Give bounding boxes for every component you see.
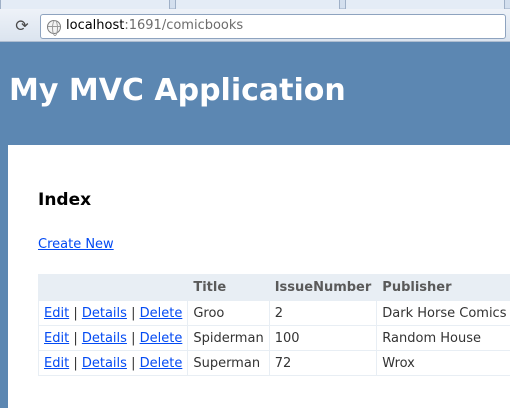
delete-link[interactable]: Delete [140,331,183,346]
details-link[interactable]: Details [82,306,127,321]
globe-icon [47,20,61,36]
row-actions: Edit | Details | Delete [37,300,189,326]
cell-publisher: Random House [376,325,510,351]
create-new-link[interactable]: Create New [38,237,114,252]
header-actions [37,274,189,301]
table-row: Edit | Details | Delete Spiderman 100 Ra… [37,325,510,351]
address-url[interactable]: localhost:1691/comicbooks [66,18,243,33]
cell-title: Superman [187,350,270,376]
edit-link[interactable]: Edit [44,306,69,321]
separator: | [73,355,78,371]
delete-link[interactable]: Delete [140,356,183,371]
separator: | [131,305,136,321]
row-actions: Edit | Details | Delete [37,350,189,376]
address-bar[interactable]: localhost:1691/comicbooks [40,14,506,39]
browser-toolbar: ⟳ localhost:1691/comicbooks [0,9,510,42]
comicbooks-table: Title IssueNumber Publisher Edit | Detai… [37,274,510,376]
url-host: localhost [66,18,125,33]
browser-tab[interactable] [175,0,340,9]
table-header-row: Title IssueNumber Publisher [37,274,510,301]
row-actions: Edit | Details | Delete [37,325,189,351]
main-content: Index Create New Title IssueNumber Publi… [8,145,510,408]
details-link[interactable]: Details [82,331,127,346]
cell-publisher: Dark Horse Comics [376,300,510,326]
site-title: My MVC Application [9,73,346,108]
edit-link[interactable]: Edit [44,356,69,371]
cell-issue-number: 100 [268,325,378,351]
url-path: :1691/comicbooks [124,18,244,33]
header-title: Title [187,274,270,301]
separator: | [131,330,136,346]
browser-tab[interactable] [345,0,505,9]
edit-link[interactable]: Edit [44,331,69,346]
table-row: Edit | Details | Delete Superman 72 Wrox [37,350,510,376]
cell-title: Spiderman [187,325,270,351]
cell-issue-number: 2 [268,300,378,326]
separator: | [73,330,78,346]
cell-issue-number: 72 [268,350,378,376]
header-publisher: Publisher [376,274,510,301]
browser-tab[interactable] [0,0,170,9]
browser-tab-strip [0,0,510,9]
table-row: Edit | Details | Delete Groo 2 Dark Hors… [37,300,510,326]
cell-title: Groo [187,300,270,326]
page-title: Index [38,190,92,210]
site-header: My MVC Application [0,42,510,144]
header-issue-number: IssueNumber [268,274,378,301]
reload-icon[interactable]: ⟳ [12,16,32,36]
delete-link[interactable]: Delete [140,306,183,321]
separator: | [73,305,78,321]
separator: | [131,355,136,371]
details-link[interactable]: Details [82,356,127,371]
cell-publisher: Wrox [376,350,510,376]
